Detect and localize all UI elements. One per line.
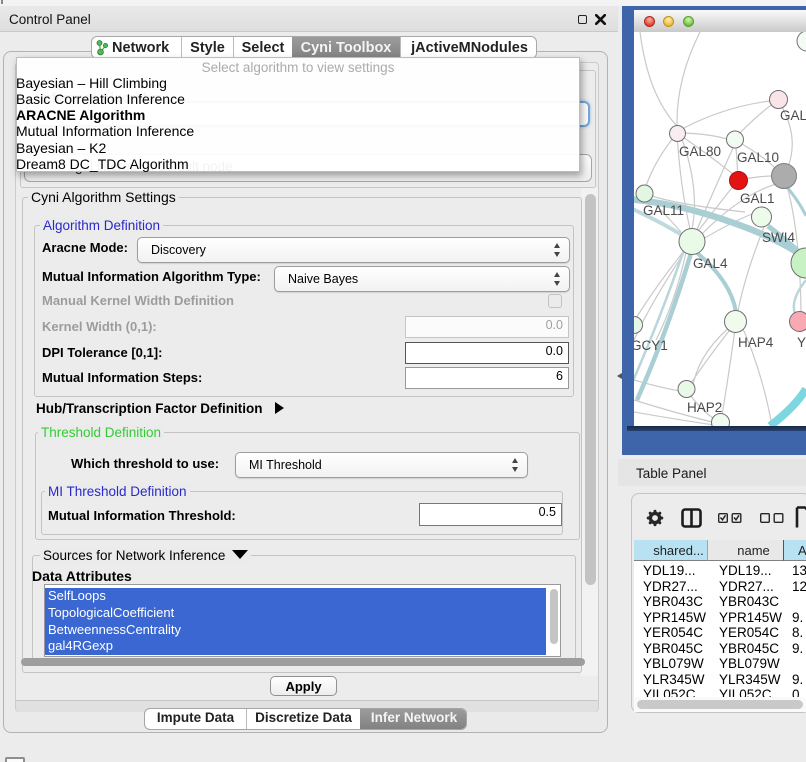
- svg-text:HAP4: HAP4: [738, 335, 774, 350]
- svg-text:GAL11: GAL11: [643, 203, 684, 218]
- svg-text:GAL10: GAL10: [737, 150, 779, 165]
- svg-text:GAL4: GAL4: [693, 256, 728, 271]
- svg-text:GAL80: GAL80: [679, 144, 721, 159]
- svg-text:HAP2: HAP2: [687, 400, 722, 415]
- svg-text:GAL1: GAL1: [740, 191, 775, 206]
- svg-text:GAL: GAL: [780, 108, 806, 123]
- svg-text:Y: Y: [797, 335, 806, 350]
- svg-text:SWI4: SWI4: [762, 230, 795, 245]
- svg-text:GCY1: GCY1: [634, 338, 668, 353]
